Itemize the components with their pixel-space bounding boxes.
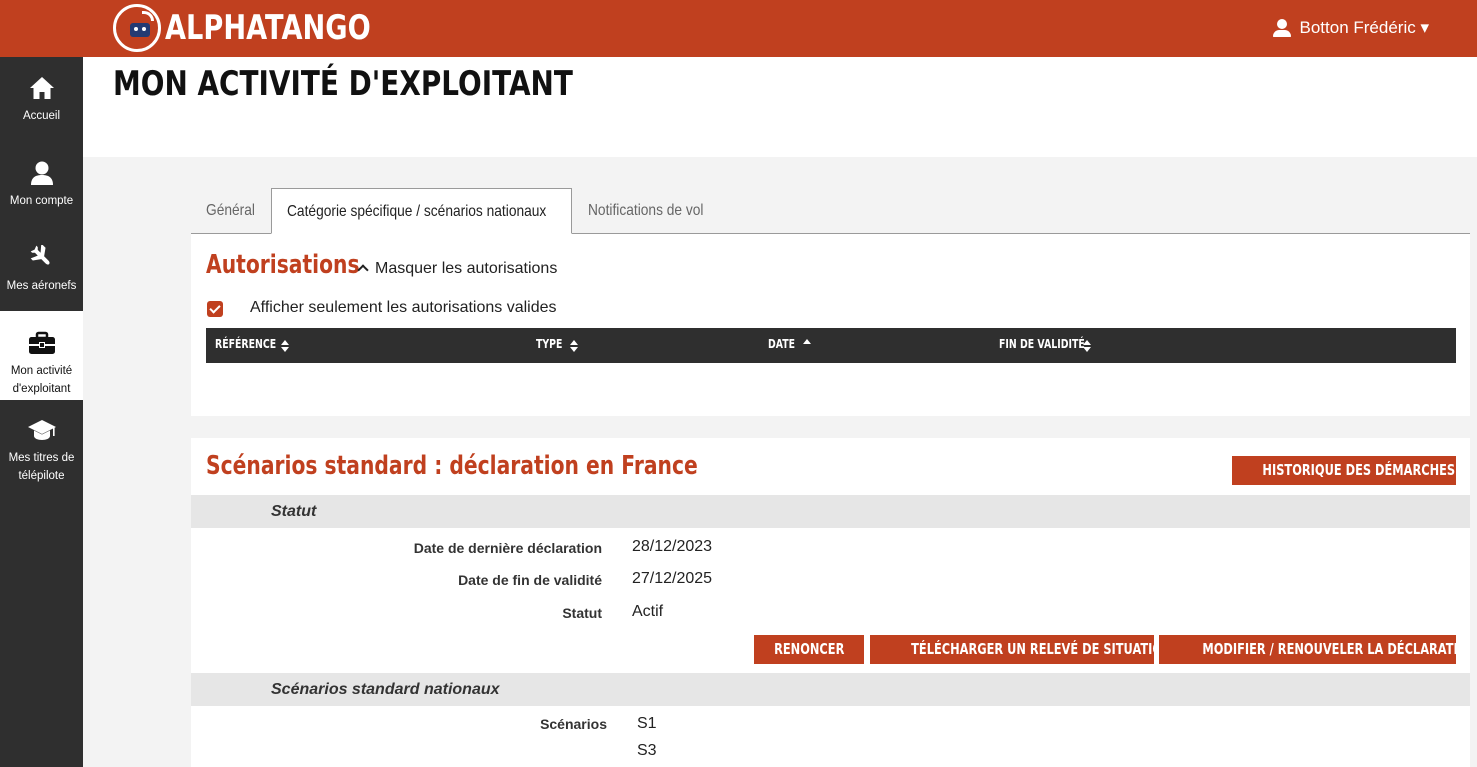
autorisations-table-header: RÉFÉRENCE TYPE DATE FIN DE VALIDITÉ — [206, 328, 1456, 363]
column-label: FIN DE VALIDITÉ — [999, 337, 1085, 351]
sidebar-item-label: Mon activité d'exploitant — [10, 365, 73, 395]
tab-categorie-specifique[interactable]: Catégorie spécifique / scénarios nationa… — [271, 188, 572, 234]
field-label: Statut — [562, 605, 602, 621]
tab-label: Notifications de vol — [588, 202, 704, 219]
sidebar-item-mes-aeronefs[interactable]: Mes aéronefs — [0, 245, 83, 315]
field-value-statut: Actif — [632, 603, 664, 620]
briefcase-icon — [28, 331, 55, 354]
button-label: HISTORIQUE DES DÉMARCHES — [1262, 461, 1456, 479]
tab-label: Général — [206, 202, 255, 219]
toggle-label: Masquer les autorisations — [375, 260, 558, 277]
history-button[interactable]: HISTORIQUE DES DÉMARCHES — [1232, 456, 1456, 485]
tab-general[interactable]: Général — [191, 188, 271, 234]
graduation-cap-icon — [27, 420, 56, 440]
sidebar: Accueil Mon compte Mes aéronefs Mon acti… — [0, 57, 83, 767]
user-name: Botton Frédéric ▾ — [1299, 18, 1429, 37]
field-value-date-derniere-declaration: 28/12/2023 — [632, 538, 713, 555]
sidebar-item-label: Accueil — [22, 110, 61, 122]
field-label: Date de fin de validité — [458, 572, 602, 588]
column-fin-de-validite[interactable]: FIN DE VALIDITÉ — [999, 337, 1109, 352]
column-type[interactable]: TYPE — [536, 337, 578, 352]
logo-text: ALPHATANGO — [165, 8, 371, 48]
sort-icon — [281, 340, 289, 352]
sort-icon — [1083, 340, 1091, 352]
button-label: MODIFIER / RENOUVELER LA DÉCLARATION — [1202, 640, 1456, 658]
robot-logo-icon — [113, 4, 161, 52]
valid-only-checkbox[interactable] — [207, 301, 223, 317]
field-label: Date de dernière déclaration — [413, 540, 602, 556]
field-value-date-fin-validite: 27/12/2025 — [632, 570, 713, 587]
column-label: TYPE — [536, 337, 563, 351]
column-label: DATE — [768, 337, 796, 351]
button-label: TÉLÉCHARGER UN RELEVÉ DE SITUATION — [911, 640, 1154, 658]
sidebar-item-mon-compte[interactable]: Mon compte — [0, 160, 83, 230]
sidebar-item-mes-titres[interactable]: Mes titres de télépilote — [0, 417, 83, 497]
user-menu[interactable]: Botton Frédéric ▾ — [1272, 18, 1429, 38]
page-title: MON ACTIVITÉ D'EXPLOITANT — [113, 64, 573, 104]
section-label: Scénarios standard nationaux — [271, 681, 500, 698]
declaration-title: Scénarios standard : déclaration en Fran… — [206, 451, 698, 481]
sidebar-item-label: Mes aéronefs — [6, 280, 77, 292]
column-date[interactable]: DATE — [768, 337, 811, 351]
scenario-item: S1 — [637, 715, 657, 732]
alphatango-logo[interactable]: ALPHATANGO — [113, 3, 422, 53]
chevron-up-icon — [357, 264, 369, 276]
sidebar-item-label: Mes titres de télépilote — [8, 452, 75, 482]
tab-notifications-de-vol[interactable]: Notifications de vol — [573, 188, 733, 234]
sidebar-item-label: Mon compte — [9, 195, 74, 207]
autorisations-title: Autorisations — [206, 250, 360, 280]
column-label: RÉFÉRENCE — [215, 337, 277, 351]
scenario-item: S3 — [637, 742, 657, 759]
statut-section-header: Statut — [191, 495, 1470, 528]
tab-label: Catégorie spécifique / scénarios nationa… — [287, 203, 547, 220]
user-icon — [30, 161, 53, 185]
button-label: RENONCER — [773, 640, 845, 658]
scenarios-section-header: Scénarios standard nationaux — [191, 673, 1470, 706]
top-bar: ALPHATANGO Botton Frédéric ▾ — [0, 0, 1477, 57]
user-icon — [1272, 19, 1291, 37]
sort-ascending-icon — [803, 339, 811, 345]
tab-bar: Général Catégorie spécifique / scénarios… — [191, 188, 1470, 234]
column-reference[interactable]: RÉFÉRENCE — [215, 337, 293, 352]
section-label: Statut — [271, 503, 317, 520]
renounce-button[interactable]: RENONCER — [754, 635, 864, 664]
sidebar-item-accueil[interactable]: Accueil — [0, 75, 83, 145]
hide-autorisations-link[interactable]: Masquer les autorisations — [357, 260, 558, 278]
sidebar-item-mon-activite[interactable]: Mon activité d'exploitant — [0, 311, 83, 400]
modify-renew-declaration-button[interactable]: MODIFIER / RENOUVELER LA DÉCLARATION — [1159, 635, 1456, 664]
valid-only-label: Afficher seulement les autorisations val… — [250, 299, 557, 316]
sort-icon — [570, 340, 578, 352]
scenarios-label: Scénarios — [540, 716, 607, 732]
airplane-icon — [30, 245, 50, 265]
download-statement-button[interactable]: TÉLÉCHARGER UN RELEVÉ DE SITUATION — [870, 635, 1154, 664]
home-icon — [29, 77, 54, 99]
